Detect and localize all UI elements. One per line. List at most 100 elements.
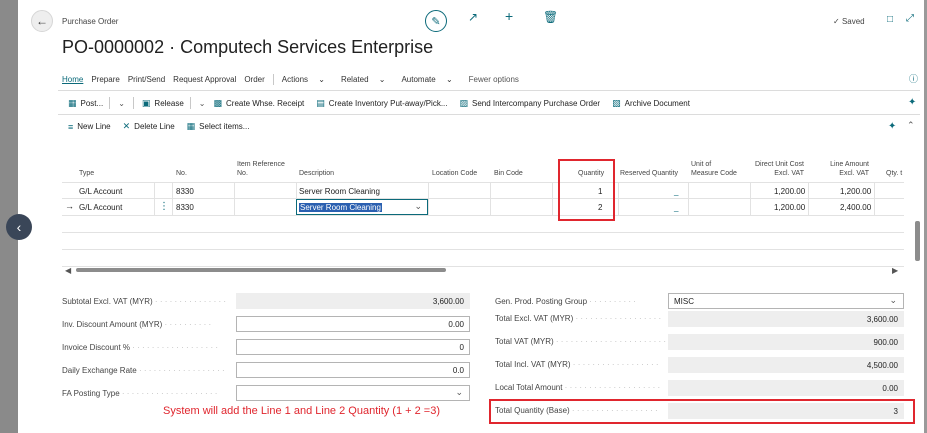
subtotal-value: 3,600.00: [432, 297, 464, 306]
column-divider: [172, 183, 173, 200]
gen-prod-posting-value: MISC: [674, 297, 694, 306]
horizontal-scrollbar[interactable]: [76, 268, 446, 272]
column-header-item-reference[interactable]: Item Reference No.: [237, 160, 285, 178]
total-vat-value: 900.00: [873, 338, 898, 347]
send-icon: ▨: [459, 97, 469, 108]
table-row[interactable]: G/L Account 8330 Server Room Cleaning 1 …: [62, 182, 904, 200]
delete-line-button[interactable]: ✕ Delete Line: [123, 121, 175, 132]
gen-prod-posting-select[interactable]: MISC ⌄: [668, 293, 904, 309]
column-divider: [874, 199, 875, 216]
column-header-unit-of-measure[interactable]: Unit of Measure Code: [691, 160, 737, 178]
trash-icon[interactable]: 🗑: [543, 10, 558, 24]
column-header-line: Excl. VAT: [774, 170, 804, 177]
menu-related-label: Related: [340, 74, 369, 84]
column-header-reserved-quantity[interactable]: Reserved Quantity: [620, 169, 678, 178]
daily-exchange-input[interactable]: 0.0: [236, 362, 470, 378]
cell-line-amount[interactable]: 1,200.00: [840, 187, 871, 196]
vertical-scrollbar[interactable]: [915, 221, 920, 261]
cell-type[interactable]: G/L Account: [79, 203, 122, 212]
column-header-bin-code[interactable]: Bin Code: [494, 169, 523, 178]
chevron-down-icon[interactable]: ⌄: [199, 99, 206, 108]
tab-prepare[interactable]: Prepare: [91, 75, 119, 84]
chevron-down-icon[interactable]: ⌄: [118, 99, 125, 108]
fa-posting-type-select[interactable]: ⌄: [236, 385, 470, 401]
subtotal-field: 3,600.00: [236, 293, 470, 309]
inv-discount-input[interactable]: 0.00: [236, 316, 470, 332]
table-row-empty[interactable]: [62, 250, 904, 267]
gen-prod-posting-label: Gen. Prod. Posting Group · · · · · · · ·…: [495, 297, 636, 306]
share-icon[interactable]: ↗: [468, 10, 478, 24]
column-header-description[interactable]: Description: [299, 169, 334, 178]
chevron-down-icon[interactable]: ⌄: [414, 201, 422, 212]
description-select[interactable]: Server Room Cleaning ⌄: [296, 199, 428, 215]
create-inventory-button[interactable]: ▤ Create Inventory Put-away/Pick...: [316, 98, 447, 109]
annotation-note: System will add the Line 1 and Line 2 Qu…: [163, 405, 440, 417]
personalize-icon[interactable]: ✦: [888, 121, 896, 132]
invoice-discount-pct-input[interactable]: 0: [236, 339, 470, 355]
cell-no[interactable]: 8330: [176, 203, 194, 212]
column-header-type[interactable]: Type: [79, 169, 94, 178]
local-total-amount-label-text: Local Total Amount: [495, 383, 563, 392]
cell-direct-unit-cost[interactable]: 1,200.00: [774, 187, 805, 196]
column-header-location-code[interactable]: Location Code: [432, 169, 477, 178]
table-row[interactable]: → G/L Account ⋮ 8330 2 _ 1,200.00 2,400.…: [62, 199, 904, 216]
column-header-qty[interactable]: Qty. t: [886, 169, 902, 178]
select-items-button[interactable]: ▦ Select items...: [187, 121, 250, 132]
invoice-discount-pct-label-text: Invoice Discount %: [62, 343, 131, 352]
column-header-direct-unit-cost[interactable]: Direct Unit Cost Excl. VAT: [754, 160, 804, 178]
cell-line-amount[interactable]: 2,400.00: [840, 203, 871, 212]
column-divider: [688, 199, 689, 216]
column-header-line-amount[interactable]: Line Amount Excl. VAT: [825, 160, 869, 178]
column-divider: [234, 199, 235, 216]
cell-no[interactable]: 8330: [176, 187, 194, 196]
post-label: Post...: [80, 98, 104, 108]
chevron-left-icon[interactable]: ‹: [6, 214, 32, 240]
scroll-left-icon[interactable]: ◀: [65, 266, 71, 275]
select-items-label: Select items...: [199, 122, 250, 131]
back-arrow-icon[interactable]: ←: [31, 10, 53, 32]
column-divider: [154, 183, 155, 200]
divider: [58, 90, 920, 91]
release-icon: ▣: [141, 97, 151, 108]
fa-posting-type-label: FA Posting Type · · · · · · · · · · · · …: [62, 389, 218, 398]
delete-line-icon: ✕: [122, 121, 131, 131]
column-header-no[interactable]: No.: [176, 169, 187, 178]
personalize-icon[interactable]: ✦: [908, 97, 916, 108]
menu-automate[interactable]: Automate ⌄: [401, 75, 460, 84]
scroll-right-icon[interactable]: ▶: [892, 266, 898, 275]
edit-pencil-icon[interactable]: ✎: [425, 10, 447, 32]
cell-reserved-quantity[interactable]: _: [674, 187, 678, 196]
local-total-amount-field: 0.00: [668, 380, 904, 396]
chevron-down-icon: ⌄: [889, 295, 897, 305]
divider: [189, 97, 191, 109]
release-button[interactable]: ▣ Release: [142, 98, 184, 109]
post-button[interactable]: ▦ Post...: [68, 98, 103, 109]
quantity-highlight-box: [558, 159, 615, 221]
check-icon: ✓: [833, 17, 840, 26]
cell-type[interactable]: G/L Account: [79, 187, 122, 196]
inv-discount-label: Inv. Discount Amount (MYR) · · · · · · ·…: [62, 320, 212, 329]
new-line-button[interactable]: ≡ New Line: [68, 122, 111, 132]
info-icon[interactable]: ⓘ: [909, 72, 918, 85]
row-actions-ellipsis-icon[interactable]: ⋮: [159, 201, 169, 212]
cell-description[interactable]: Server Room Cleaning: [299, 187, 380, 196]
divider: [58, 114, 920, 115]
tab-home[interactable]: Home: [62, 75, 83, 84]
expand-icon[interactable]: ⤢: [906, 13, 914, 24]
cell-direct-unit-cost[interactable]: 1,200.00: [774, 203, 805, 212]
tab-order[interactable]: Order: [244, 75, 264, 84]
collapse-up-icon[interactable]: ⌃: [907, 120, 915, 131]
menu-actions[interactable]: Actions ⌄: [282, 75, 333, 84]
table-row-empty[interactable]: [62, 216, 904, 233]
plus-icon[interactable]: +: [505, 8, 513, 24]
fewer-options-button[interactable]: Fewer options: [469, 75, 519, 84]
tab-request-approval[interactable]: Request Approval: [173, 75, 236, 84]
create-whse-receipt-button[interactable]: ▩ Create Whse. Receipt: [213, 98, 304, 109]
cell-reserved-quantity[interactable]: _: [674, 203, 678, 212]
tab-print-send[interactable]: Print/Send: [128, 75, 165, 84]
open-new-window-icon[interactable]: □: [887, 14, 893, 25]
archive-document-button[interactable]: ▧ Archive Document: [612, 98, 690, 109]
send-intercompany-button[interactable]: ▨ Send Intercompany Purchase Order: [460, 98, 601, 109]
table-row-empty[interactable]: [62, 233, 904, 250]
menu-related[interactable]: Related ⌄: [341, 75, 394, 84]
